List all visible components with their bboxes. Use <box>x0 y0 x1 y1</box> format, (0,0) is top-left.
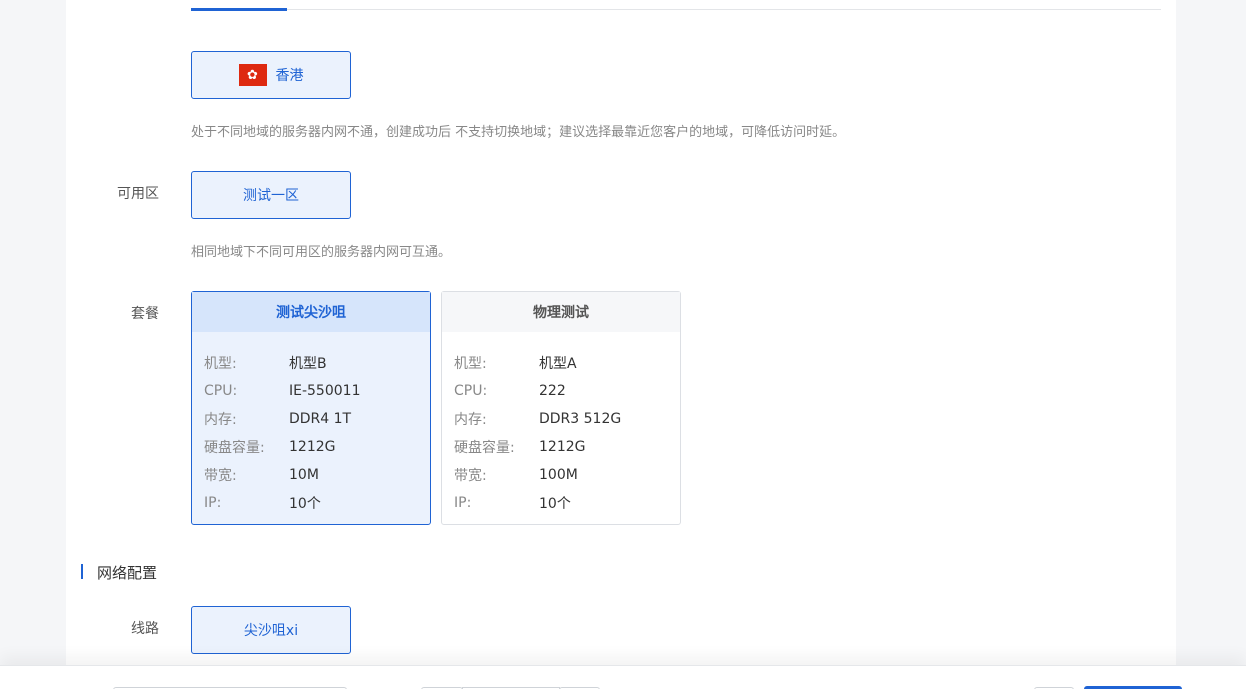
package-card-title: 测试尖沙咀 <box>192 292 430 332</box>
active-tab-indicator <box>191 8 287 11</box>
spec-value: 10个 <box>539 496 571 512</box>
package-card-0[interactable]: 测试尖沙咀 机型: 机型B CPU: IE-550011 内存: DDR4 1T 硬盘… <box>191 291 431 525</box>
spec-value: 1212G <box>539 439 586 455</box>
spec-row: 机型: 机型B <box>204 349 430 377</box>
spec-value: 222 <box>539 383 566 399</box>
spec-key: 硬盘容量: <box>204 440 265 456</box>
spec-row: 硬盘容量: 1212G <box>204 433 430 461</box>
spec-value: 机型A <box>539 356 577 372</box>
spec-key: 内存: <box>454 412 487 428</box>
spec-key: CPU: <box>204 383 238 399</box>
spec-key: 带宽: <box>454 468 487 484</box>
spec-value: 10M <box>289 467 319 483</box>
spec-row: 带宽: 100M <box>454 461 680 489</box>
spec-key: 带宽: <box>204 468 237 484</box>
spec-value: 100M <box>539 467 578 483</box>
spec-row: CPU: 222 <box>454 377 680 405</box>
spec-row: 机型: 机型A <box>454 349 680 377</box>
zone-hint: 相同地域下不同可用区的服务器内网可互通。 <box>191 245 452 260</box>
package-card-title: 物理测试 <box>442 292 680 332</box>
spec-value: DDR4 1T <box>289 411 352 427</box>
spec-row: CPU: IE-550011 <box>204 377 430 405</box>
spec-row: 内存: DDR4 1T <box>204 405 430 433</box>
spec-value: 机型B <box>289 356 327 372</box>
package-spec-list: 机型: 机型B CPU: IE-550011 内存: DDR4 1T 硬盘容量: 121… <box>192 332 430 517</box>
line-label: 线路 <box>131 621 159 637</box>
spec-value: IE-550011 <box>289 383 361 399</box>
spec-row: IP: 10个 <box>204 489 430 517</box>
package-card-1[interactable]: 物理测试 机型: 机型A CPU: 222 内存: DDR3 512G 硬盘容量: 12… <box>441 291 681 525</box>
spec-key: IP: <box>454 495 472 511</box>
spec-key: 机型: <box>204 356 237 372</box>
spec-key: IP: <box>204 495 222 511</box>
spec-key: CPU: <box>454 383 488 399</box>
spec-row: 硬盘容量: 1212G <box>454 433 680 461</box>
spec-row: 带宽: 10M <box>204 461 430 489</box>
network-section-title: 网络配置 <box>97 564 158 582</box>
zone-option[interactable]: 测试一区 <box>191 171 351 219</box>
spec-value: 1212G <box>289 439 336 455</box>
package-label: 套餐 <box>131 306 159 322</box>
spec-row: IP: 10个 <box>454 489 680 517</box>
hongkong-flag-icon: ✿ <box>238 64 267 86</box>
region-option-label: 香港 <box>275 68 304 84</box>
spec-value: 10个 <box>289 496 321 512</box>
tab-bar-divider <box>191 9 1161 10</box>
spec-key: 硬盘容量: <box>454 440 515 456</box>
footer-bar <box>0 665 1246 689</box>
spec-row: 内存: DDR3 512G <box>454 405 680 433</box>
spec-key: 机型: <box>454 356 487 372</box>
section-accent-bar <box>81 564 83 579</box>
zone-label: 可用区 <box>117 186 159 202</box>
region-option-hongkong[interactable]: ✿ 香港 <box>191 51 351 99</box>
line-option-label: 尖沙咀xi <box>243 623 299 639</box>
zone-option-label: 测试一区 <box>243 188 299 204</box>
spec-key: 内存: <box>204 412 237 428</box>
region-hint: 处于不同地域的服务器内网不通，创建成功后 不支持切换地域；建议选择最靠近您客户的… <box>191 125 846 140</box>
spec-value: DDR3 512G <box>539 411 622 427</box>
line-option[interactable]: 尖沙咀xi <box>191 606 351 654</box>
package-spec-list: 机型: 机型A CPU: 222 内存: DDR3 512G 硬盘容量: 1212G 带… <box>442 332 680 517</box>
